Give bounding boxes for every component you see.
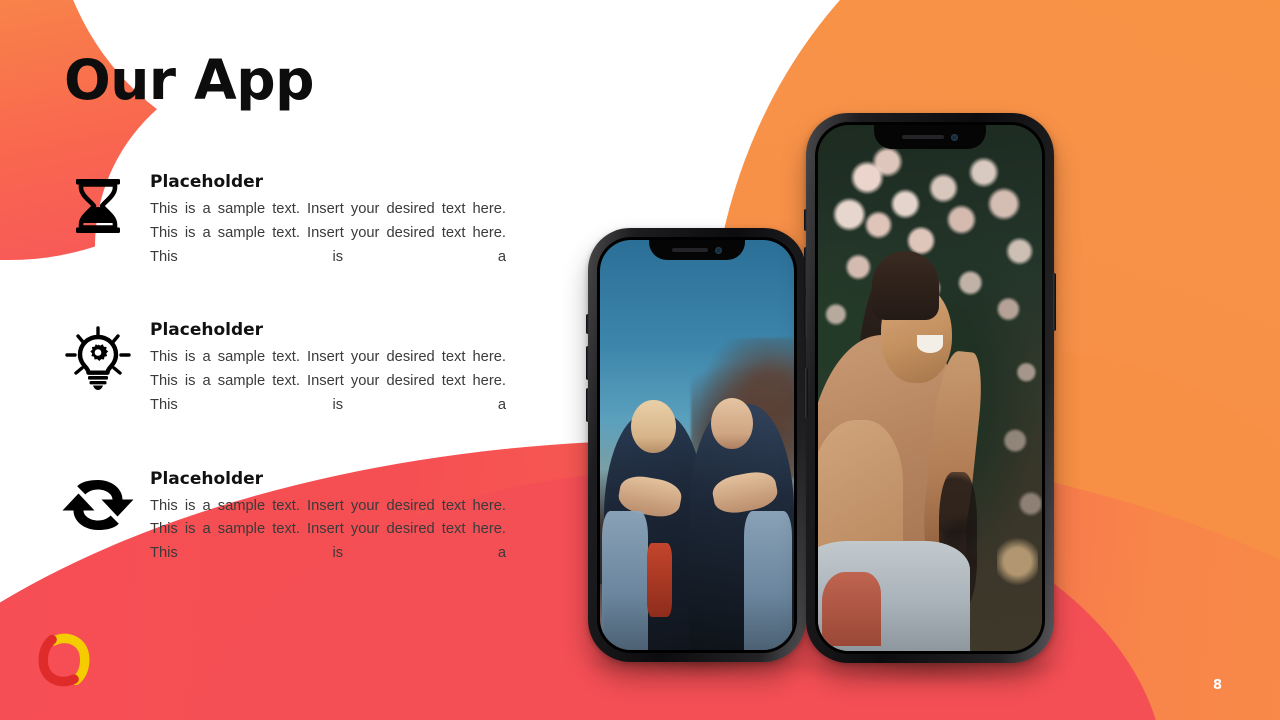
phone-volume-down-button[interactable] [586, 388, 589, 422]
feature-text: This is a sample text. Insert your desir… [150, 349, 506, 413]
phone-power-button[interactable] [1053, 273, 1056, 331]
photo-dress-pattern [822, 572, 881, 646]
feature-title: Placeholder [150, 468, 264, 489]
lightbulb-gear-icon [56, 320, 140, 391]
phone-volume-down-button[interactable] [804, 297, 807, 337]
photo-person-face [710, 397, 754, 450]
photo-bokeh-light [997, 535, 1038, 588]
feature-text: This is a sample text. Insert your desir… [150, 201, 506, 265]
photo-denim-jacket [743, 510, 793, 650]
feature-list: Placeholder This is a sample text. Inser… [56, 172, 506, 617]
feature-text: This is a sample text. Insert your desir… [150, 497, 506, 562]
phone-notch [649, 240, 745, 260]
hourglass-icon [56, 172, 140, 234]
screen-photo-blossom [818, 125, 1042, 651]
feature-item[interactable]: Placeholder This is a sample text. Inser… [56, 320, 506, 441]
slide-canvas: Our App Placeholder This is a sample tex… [0, 0, 1280, 720]
front-camera-icon [715, 246, 723, 254]
phone-screen[interactable] [818, 125, 1042, 651]
photo-red-accent [646, 543, 672, 618]
brand-logo[interactable] [32, 628, 96, 692]
feature-body: Placeholder This is a sample text. Inser… [140, 469, 506, 590]
feature-title: Placeholder [150, 320, 264, 341]
page-number: 8 [1212, 678, 1222, 693]
feature-title: Placeholder [150, 172, 264, 192]
page-title: Our App [64, 48, 315, 112]
phone-bezel [815, 122, 1045, 654]
phone-volume-up-button[interactable] [586, 346, 589, 380]
photo-woman-hair-top [871, 251, 939, 320]
front-camera-icon [951, 133, 959, 141]
feature-body: Placeholder This is a sample text. Inser… [140, 172, 506, 293]
photo-denim-jacket [601, 510, 649, 650]
phone-mute-button[interactable] [804, 209, 807, 231]
earpiece-speaker-icon [901, 135, 945, 139]
screen-photo-friends [600, 240, 794, 650]
refresh-sync-icon [56, 469, 140, 535]
feature-item[interactable]: Placeholder This is a sample text. Inser… [56, 469, 506, 590]
phone-power-button[interactable] [805, 368, 808, 418]
phone-notch [874, 125, 986, 149]
feature-body: Placeholder This is a sample text. Inser… [140, 320, 506, 441]
earpiece-speaker-icon [671, 248, 709, 252]
photo-person-face [631, 399, 676, 454]
feature-item[interactable]: Placeholder This is a sample text. Inser… [56, 172, 506, 293]
phone-mockup-small[interactable] [586, 228, 808, 662]
phone-mockup-large[interactable] [804, 113, 1056, 663]
phone-volume-up-button[interactable] [804, 247, 807, 287]
phone-bezel [597, 237, 797, 653]
phone-screen[interactable] [600, 240, 794, 650]
phone-mute-button[interactable] [586, 314, 589, 334]
